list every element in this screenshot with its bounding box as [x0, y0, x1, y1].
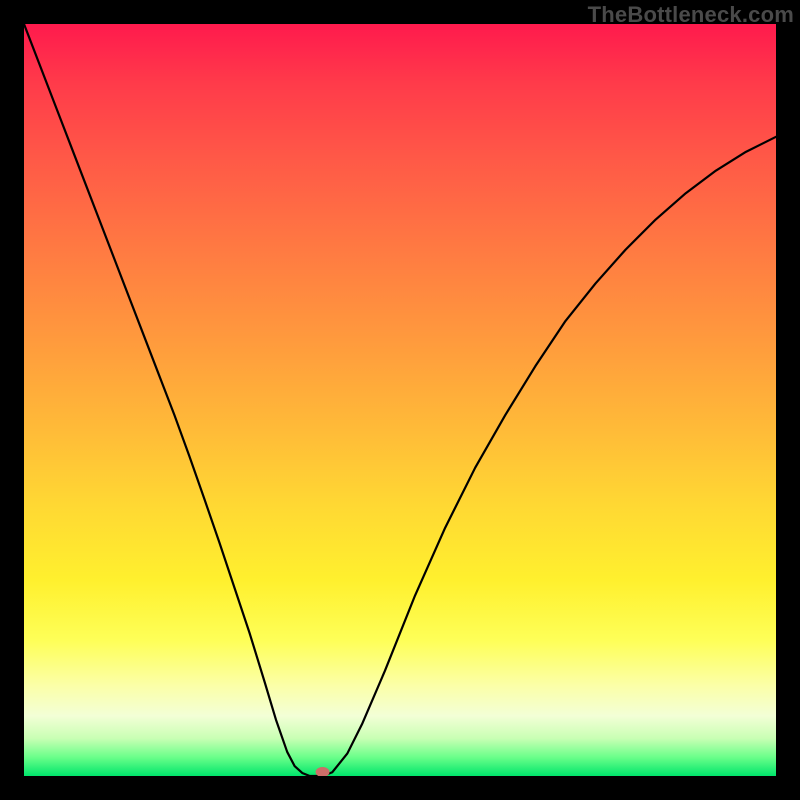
- bottleneck-curve-path: [24, 24, 776, 776]
- chart-frame: TheBottleneck.com: [0, 0, 800, 800]
- watermark-text: TheBottleneck.com: [588, 2, 794, 28]
- plot-area: [24, 24, 776, 776]
- curve-svg: [24, 24, 776, 776]
- min-marker: [316, 767, 330, 776]
